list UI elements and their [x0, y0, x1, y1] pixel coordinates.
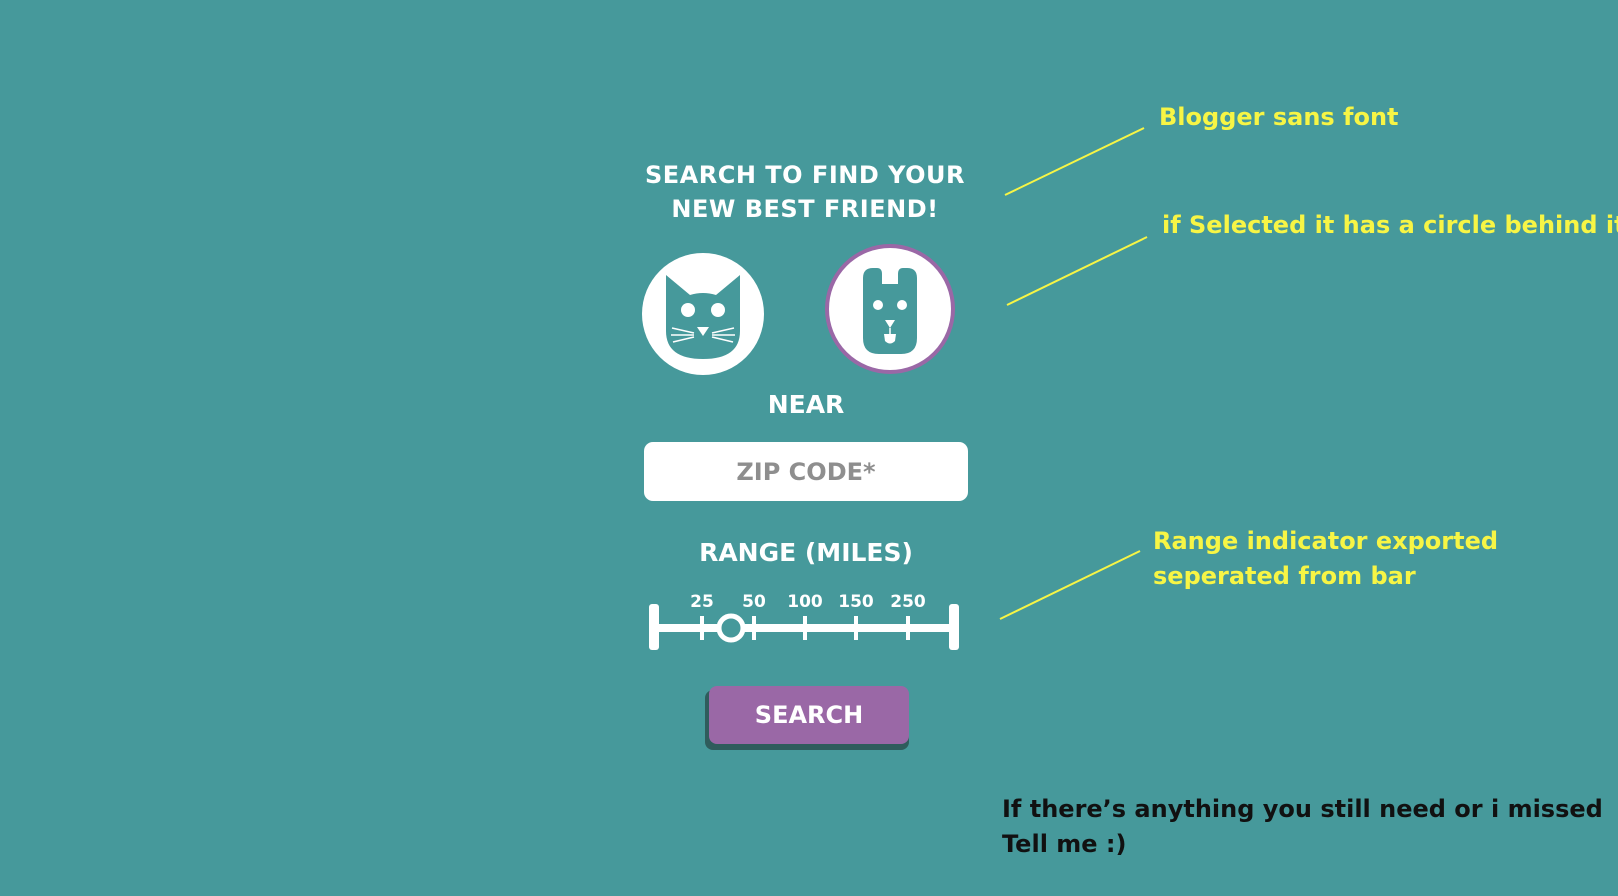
annotation-range-line-2: seperated from bar — [1153, 562, 1416, 590]
heading-line-2: NEW BEST FRIEND! — [671, 195, 939, 223]
range-tick-100 — [803, 616, 807, 640]
range-handle[interactable] — [716, 613, 746, 643]
range-tick-25 — [700, 616, 704, 640]
range-tick-50 — [752, 616, 756, 640]
footer-note: If there’s anything you still need or i … — [1002, 792, 1603, 862]
range-tick-label-100: 100 — [787, 592, 823, 612]
pet-option-cat[interactable] — [642, 253, 764, 375]
leader-line-range — [999, 550, 1141, 620]
range-tick-label-50: 50 — [742, 592, 766, 612]
range-tick-150 — [854, 616, 858, 640]
annotation-selected-note: if Selected it has a circle behind it — [1162, 211, 1618, 239]
footer-line-2: Tell me :) — [1002, 830, 1127, 858]
annotation-range-note: Range indicator exported seperated from … — [1153, 524, 1498, 594]
dog-face-icon — [863, 268, 917, 354]
heading-line-1: SEARCH TO FIND YOUR — [645, 161, 965, 189]
annotation-font-note: Blogger sans font — [1159, 103, 1399, 131]
page-heading: SEARCH TO FIND YOUR NEW BEST FRIEND! — [600, 158, 1010, 226]
cat-face-icon — [666, 275, 740, 359]
leader-line-selected — [1006, 236, 1148, 306]
footer-line-1: If there’s anything you still need or i … — [1002, 795, 1603, 823]
search-button[interactable]: SEARCH — [709, 686, 909, 744]
range-tick-label-250: 250 — [890, 592, 926, 612]
range-tick-250 — [906, 616, 910, 640]
range-label: RANGE (MILES) — [699, 538, 913, 567]
range-tick-label-25: 25 — [690, 592, 714, 612]
zip-code-input[interactable] — [644, 442, 968, 501]
leader-line-font — [1004, 127, 1145, 196]
near-label: NEAR — [767, 390, 845, 419]
annotation-range-line-1: Range indicator exported — [1153, 527, 1499, 555]
range-tick-label-150: 150 — [838, 592, 874, 612]
range-slider[interactable]: 25 50 100 150 250 — [645, 590, 965, 650]
pet-option-dog-selected[interactable] — [825, 244, 955, 374]
